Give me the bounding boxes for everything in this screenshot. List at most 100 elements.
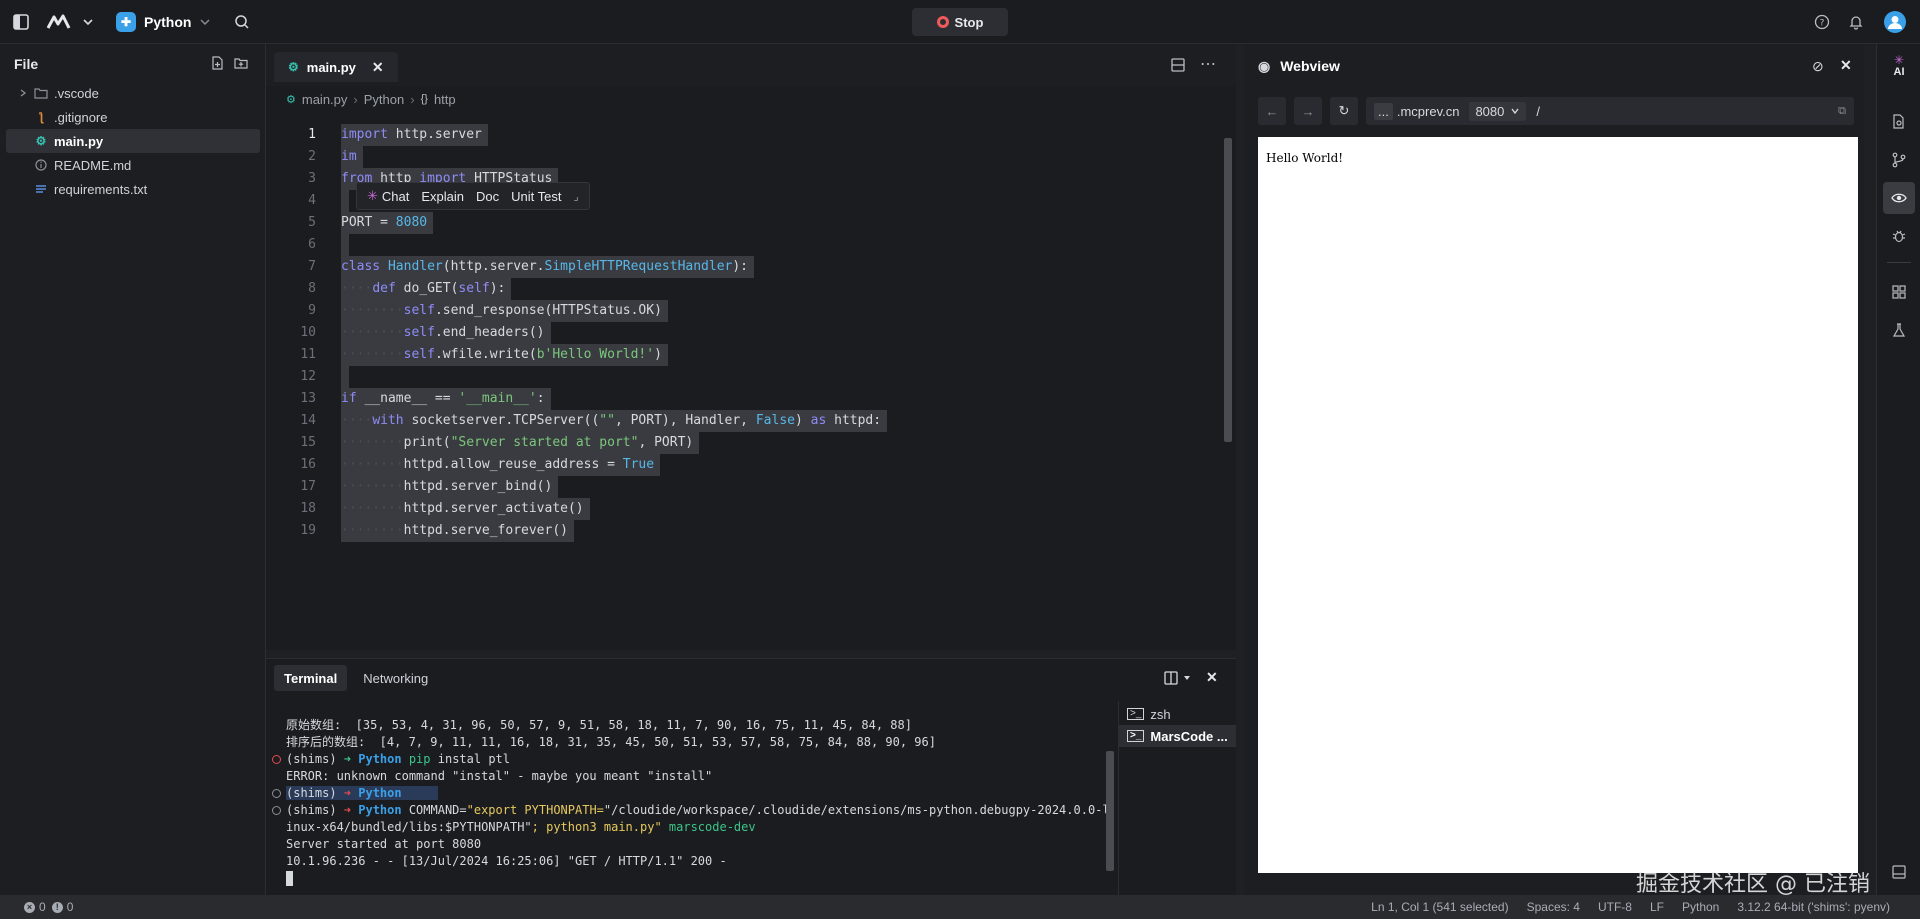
close-icon[interactable]: ✕ bbox=[372, 59, 384, 76]
compass-icon[interactable]: ⊘ bbox=[1812, 58, 1824, 75]
open-external-icon[interactable]: ⧉ bbox=[1838, 105, 1846, 118]
split-editor-icon[interactable] bbox=[1170, 57, 1186, 76]
arrow-left-icon: ← bbox=[1265, 103, 1279, 119]
session-zsh[interactable]: >_ zsh bbox=[1119, 703, 1236, 725]
terminal-line: (shims) ➜ Python pip instal ptl bbox=[272, 751, 1106, 768]
cursor-position[interactable]: Ln 1, Col 1 (541 selected) bbox=[1371, 900, 1508, 914]
collapse-icon[interactable]: ⌟ bbox=[573, 190, 578, 203]
close-icon[interactable]: ✕ bbox=[1840, 57, 1852, 74]
warning-icon: ! bbox=[51, 901, 63, 913]
tree-item-vscode[interactable]: .vscode bbox=[6, 81, 260, 105]
webview-icon[interactable] bbox=[1883, 182, 1915, 214]
new-folder-icon[interactable] bbox=[234, 56, 248, 73]
line-number: 18 bbox=[300, 501, 316, 516]
line-ending[interactable]: LF bbox=[1650, 900, 1664, 914]
indentation[interactable]: Spaces: 4 bbox=[1527, 900, 1580, 914]
file-search-icon[interactable] bbox=[1883, 106, 1915, 138]
tab-terminal[interactable]: Terminal bbox=[274, 665, 348, 691]
tree-item-label: main.py bbox=[54, 133, 104, 149]
session-label: MarsCode ... bbox=[1150, 728, 1228, 744]
back-button[interactable]: ← bbox=[1258, 97, 1286, 125]
tree-item-readme[interactable]: README.md bbox=[6, 153, 260, 177]
error-marker-icon bbox=[272, 755, 281, 764]
toggle-sidebar-icon[interactable] bbox=[12, 10, 30, 34]
ai-chat-button[interactable]: Chat bbox=[382, 189, 409, 204]
code-line: if __name__ == '__main__': bbox=[341, 388, 551, 410]
session-marscode[interactable]: >_ MarsCode ... bbox=[1119, 725, 1236, 747]
line-number: 14 bbox=[300, 413, 316, 428]
stop-button[interactable]: Stop bbox=[912, 8, 1008, 36]
svg-text:?: ? bbox=[1820, 19, 1825, 29]
forward-button[interactable]: → bbox=[1294, 97, 1322, 125]
testing-flask-icon[interactable] bbox=[1883, 314, 1915, 346]
extensions-icon[interactable] bbox=[1883, 276, 1915, 308]
code-line: ····def do_GET(self): bbox=[341, 278, 512, 300]
ai-assistant-button[interactable]: ✳ AI bbox=[1883, 50, 1915, 82]
split-terminal-icon[interactable] bbox=[1164, 671, 1192, 685]
tab-networking[interactable]: Networking bbox=[353, 665, 438, 691]
code-line: im bbox=[341, 146, 363, 168]
problems-indicator[interactable]: × 0 ! 0 bbox=[24, 900, 73, 914]
close-panel-icon[interactable]: ✕ bbox=[1206, 669, 1218, 686]
bell-icon[interactable] bbox=[1848, 10, 1864, 34]
code-line: class Handler(http.server.SimpleHTTPRequ… bbox=[341, 256, 755, 278]
url-bar[interactable]: ... .mcprev.cn 8080 / ⧉ bbox=[1366, 97, 1854, 125]
host-prefix[interactable]: ... bbox=[1374, 102, 1393, 120]
new-file-icon[interactable] bbox=[210, 56, 224, 73]
python-icon: ⚙ bbox=[288, 60, 299, 74]
line-number: 9 bbox=[308, 303, 316, 318]
ai-doc-button[interactable]: Doc bbox=[476, 189, 499, 204]
more-actions-icon[interactable]: ⋯ bbox=[1200, 54, 1216, 74]
ai-explain-button[interactable]: Explain bbox=[421, 189, 464, 204]
ai-unit-test-button[interactable]: Unit Test bbox=[511, 189, 561, 204]
tab-main-py[interactable]: ⚙ main.py ✕ bbox=[274, 52, 398, 82]
help-icon[interactable]: ? bbox=[1814, 10, 1830, 34]
source-control-icon[interactable] bbox=[1883, 144, 1915, 176]
watermark: 掘金技术社区 @ 已注销 bbox=[1636, 872, 1870, 897]
refresh-icon: ↻ bbox=[1338, 103, 1350, 118]
line-number: 16 bbox=[300, 457, 316, 472]
search-icon[interactable] bbox=[234, 10, 250, 34]
breadcrumb-item[interactable]: http bbox=[434, 92, 456, 107]
code-line: ········httpd.allow_reuse_address = True bbox=[341, 454, 661, 476]
code-line: ········httpd.server_activate() bbox=[341, 498, 590, 520]
port-select[interactable]: 8080 bbox=[1469, 101, 1527, 121]
terminal-icon: >_ bbox=[1127, 708, 1145, 720]
line-number: 6 bbox=[308, 237, 316, 252]
terminal-line: 10.1.96.236 - - [13/Jul/2024 16:25:06] "… bbox=[286, 854, 727, 868]
language-mode[interactable]: Python bbox=[1682, 900, 1719, 914]
chevron-right-icon bbox=[20, 89, 27, 97]
terminal-line: ERROR: unknown command "instal" - maybe … bbox=[286, 769, 713, 783]
reload-button[interactable]: ↻ bbox=[1330, 97, 1358, 125]
webview-header: ◉ Webview bbox=[1244, 44, 1864, 88]
breadcrumb-item[interactable]: main.py bbox=[302, 92, 348, 107]
avatar[interactable] bbox=[1884, 10, 1906, 34]
terminal-output[interactable]: 原始数组: [35, 53, 4, 31, 96, 50, 57, 9, 51,… bbox=[272, 717, 1110, 887]
terminal-line: 排序后的数组: [4, 7, 9, 11, 11, 16, 18, 31, 35… bbox=[286, 735, 936, 749]
file-explorer: File .vscode ƪ .gitignore ⚙ main.py READ… bbox=[0, 44, 266, 895]
webview-page[interactable]: Hello World! bbox=[1258, 137, 1858, 873]
breadcrumb-item[interactable]: Python bbox=[364, 92, 404, 107]
editor-scrollbar[interactable] bbox=[1224, 138, 1232, 442]
code-line bbox=[341, 366, 349, 388]
code-editor: ⚙ main.py ✕ ⋯ ⚙ main.py › Python › {} ht… bbox=[266, 44, 1236, 650]
encoding[interactable]: UTF-8 bbox=[1598, 900, 1632, 914]
line-number: 1 bbox=[308, 127, 316, 142]
terminal-line: 原始数组: [35, 53, 4, 31, 96, 50, 57, 9, 51,… bbox=[286, 718, 912, 732]
path-input[interactable]: / bbox=[1536, 104, 1540, 119]
line-number: 3 bbox=[308, 171, 316, 186]
tree-item-main-py[interactable]: ⚙ main.py bbox=[6, 129, 260, 153]
panel-toggle-icon[interactable] bbox=[1883, 856, 1915, 888]
top-bar: ✚ Python Stop ? bbox=[0, 0, 1920, 44]
webview-title: Webview bbox=[1280, 58, 1340, 74]
eye-icon: ◉ bbox=[1258, 57, 1271, 74]
python-interpreter[interactable]: 3.12.2 64-bit ('shims': pyenv) bbox=[1737, 900, 1890, 914]
tree-item-gitignore[interactable]: ƪ .gitignore bbox=[6, 105, 260, 129]
project-switcher[interactable]: ✚ Python bbox=[116, 10, 211, 34]
tree-item-requirements[interactable]: requirements.txt bbox=[6, 177, 260, 201]
marscode-logo-icon[interactable] bbox=[46, 10, 94, 34]
debug-icon[interactable] bbox=[1883, 220, 1915, 252]
session-label: zsh bbox=[1150, 706, 1171, 722]
terminal-scrollbar[interactable] bbox=[1106, 751, 1114, 871]
line-number: 19 bbox=[300, 523, 316, 538]
